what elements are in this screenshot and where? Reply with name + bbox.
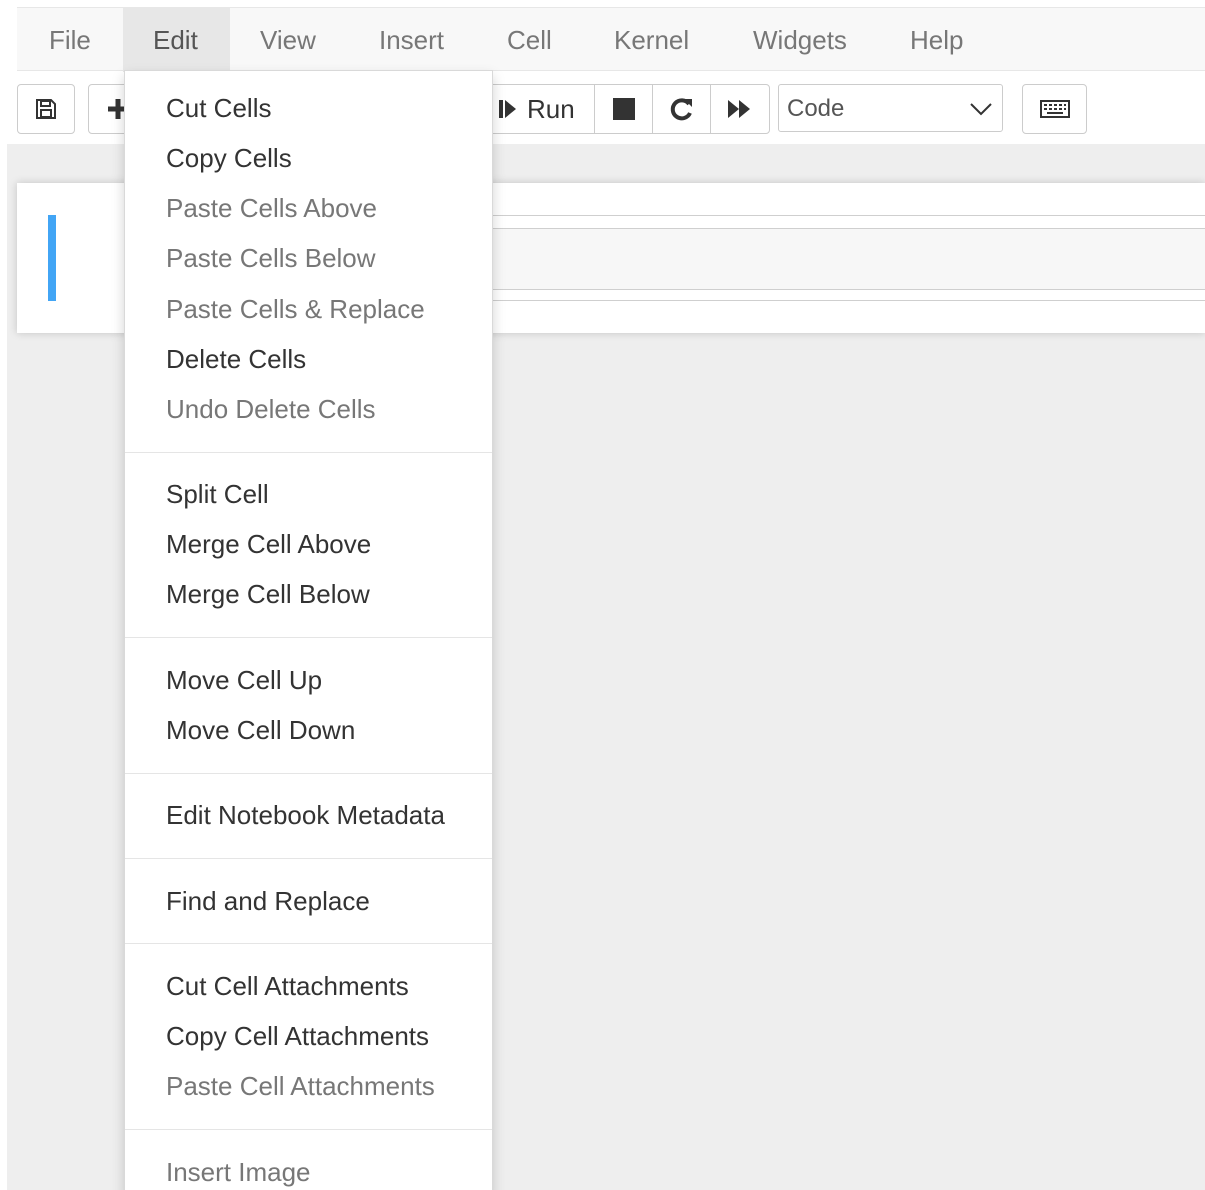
code-cell-input[interactable]	[490, 228, 1205, 290]
menu-item-undo-delete-cells[interactable]: Undo Delete Cells	[166, 384, 376, 434]
menu-item-paste-cells-above[interactable]: Paste Cells Above	[166, 183, 377, 233]
menu-item-edit-notebook-metadata[interactable]: Edit Notebook Metadata	[166, 790, 445, 840]
command-palette-button[interactable]	[1022, 84, 1087, 134]
jupyter-notebook-window: File Edit View Insert Cell Kernel Widget…	[0, 0, 1205, 1190]
menu-item-merge-cell-below[interactable]: Merge Cell Below	[166, 569, 370, 619]
cell-type-value: Code	[787, 95, 845, 122]
redo-icon	[670, 98, 692, 121]
menu-item-copy-cell-attachments[interactable]: Copy Cell Attachments	[166, 1011, 429, 1061]
menu-divider	[125, 773, 492, 774]
run-button-label: Run	[527, 93, 575, 124]
menu-item-copy-cells[interactable]: Copy Cells	[166, 133, 292, 183]
menu-insert[interactable]: Insert	[347, 8, 474, 72]
step-forward-icon	[499, 100, 516, 118]
menu-widgets[interactable]: Widgets	[718, 8, 875, 72]
menu-item-move-cell-down[interactable]: Move Cell Down	[166, 705, 355, 755]
selected-cell-indicator	[48, 215, 56, 301]
menubar: File Edit View Insert Cell Kernel Widget…	[17, 7, 1205, 72]
menu-item-paste-cells-below[interactable]: Paste Cells Below	[166, 233, 376, 283]
restart-kernel-button[interactable]	[652, 84, 711, 134]
cell-type-select[interactable]: Code	[778, 84, 1003, 132]
menu-divider	[125, 1129, 492, 1130]
menu-divider	[125, 637, 492, 638]
menu-kernel[interactable]: Kernel	[580, 8, 718, 72]
menu-item-insert-image[interactable]: Insert Image	[166, 1147, 311, 1190]
cell-border-top	[490, 215, 1205, 216]
edit-menu-dropdown: Cut Cells Copy Cells Paste Cells Above P…	[124, 70, 493, 1190]
keyboard-icon	[1039, 100, 1070, 118]
menu-item-merge-cell-above[interactable]: Merge Cell Above	[166, 519, 371, 569]
floppy-disk-icon	[36, 99, 56, 119]
menu-item-move-cell-up[interactable]: Move Cell Up	[166, 655, 322, 705]
menu-divider	[125, 858, 492, 859]
menu-divider	[125, 452, 492, 453]
menu-view[interactable]: View	[230, 8, 347, 72]
menu-edit[interactable]: Edit	[123, 8, 230, 72]
chevron-down-icon	[970, 103, 992, 116]
menu-item-delete-cells[interactable]: Delete Cells	[166, 334, 306, 384]
stop-square-icon	[612, 98, 635, 120]
fast-forward-icon	[728, 100, 750, 118]
menu-item-cut-cell-attachments[interactable]: Cut Cell Attachments	[166, 961, 409, 1011]
save-button[interactable]	[17, 84, 75, 134]
menu-item-split-cell[interactable]: Split Cell	[166, 469, 269, 519]
menu-item-find-and-replace[interactable]: Find and Replace	[166, 876, 370, 926]
menu-file[interactable]: File	[17, 8, 123, 72]
menu-item-paste-cell-attachments[interactable]: Paste Cell Attachments	[166, 1061, 435, 1111]
menu-cell[interactable]: Cell	[474, 8, 580, 72]
cell-border-bottom	[490, 300, 1205, 301]
menu-divider	[125, 943, 492, 944]
menu-item-paste-cells-replace[interactable]: Paste Cells & Replace	[166, 284, 425, 334]
menu-item-cut-cells[interactable]: Cut Cells	[166, 83, 271, 133]
interrupt-kernel-button[interactable]	[594, 84, 653, 134]
restart-run-all-button[interactable]	[710, 84, 770, 134]
run-button[interactable]: Run	[480, 84, 595, 134]
menu-help[interactable]: Help	[875, 8, 985, 72]
